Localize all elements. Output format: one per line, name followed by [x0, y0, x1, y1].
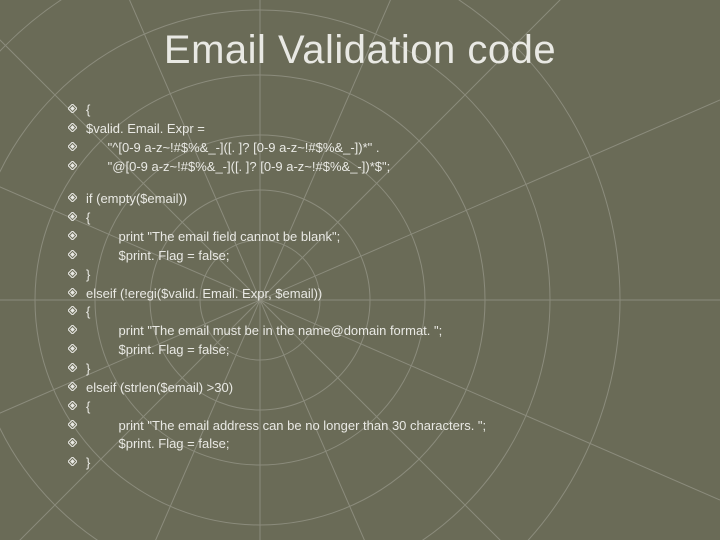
code-line: } — [68, 360, 680, 379]
diamond-bullet-icon — [68, 266, 86, 278]
code-line-text: $print. Flag = false; — [86, 341, 680, 360]
code-line-text: if (empty($email)) — [86, 190, 680, 209]
code-block-1: {$valid. Email. Expr = "^[0-9 a-z~!#$%&_… — [68, 101, 680, 176]
code-line: $print. Flag = false; — [68, 341, 680, 360]
slide-container: Email Validation code {$valid. Email. Ex… — [0, 0, 720, 540]
code-line-text: } — [86, 454, 680, 473]
code-line-text: elseif (!eregi($valid. Email. Expr, $ema… — [86, 285, 680, 304]
code-line: $print. Flag = false; — [68, 247, 680, 266]
diamond-bullet-icon — [68, 360, 86, 372]
diamond-bullet-icon — [68, 247, 86, 259]
diamond-bullet-icon — [68, 435, 86, 447]
code-line-text: print "The email must be in the name@dom… — [86, 322, 680, 341]
code-line-text: } — [86, 360, 680, 379]
code-line: print "The email must be in the name@dom… — [68, 322, 680, 341]
diamond-bullet-icon — [68, 454, 86, 466]
code-line: elseif (!eregi($valid. Email. Expr, $ema… — [68, 285, 680, 304]
code-line: { — [68, 398, 680, 417]
slide-title: Email Validation code — [40, 28, 680, 73]
code-line: $print. Flag = false; — [68, 435, 680, 454]
code-line-text: print "The email field cannot be blank"; — [86, 228, 680, 247]
code-block-2: if (empty($email)){ print "The email fie… — [68, 190, 680, 473]
code-line: print "The email address can be no longe… — [68, 417, 680, 436]
code-line: } — [68, 266, 680, 285]
code-line: print "The email field cannot be blank"; — [68, 228, 680, 247]
diamond-bullet-icon — [68, 417, 86, 429]
diamond-bullet-icon — [68, 158, 86, 170]
code-line: { — [68, 209, 680, 228]
code-line: elseif (strlen($email) >30) — [68, 379, 680, 398]
diamond-bullet-icon — [68, 341, 86, 353]
code-line: { — [68, 101, 680, 120]
diamond-bullet-icon — [68, 209, 86, 221]
slide-content: {$valid. Email. Expr = "^[0-9 a-z~!#$%&_… — [40, 101, 680, 473]
code-line-text: elseif (strlen($email) >30) — [86, 379, 680, 398]
diamond-bullet-icon — [68, 101, 86, 113]
code-line: } — [68, 454, 680, 473]
code-line-text: $print. Flag = false; — [86, 435, 680, 454]
diamond-bullet-icon — [68, 139, 86, 151]
code-line-text: { — [86, 303, 680, 322]
diamond-bullet-icon — [68, 228, 86, 240]
code-line: "@[0-9 a-z~!#$%&_-]([. ]? [0-9 a-z~!#$%&… — [68, 158, 680, 177]
code-line: if (empty($email)) — [68, 190, 680, 209]
code-line-text: "^[0-9 a-z~!#$%&_-]([. ]? [0-9 a-z~!#$%&… — [86, 139, 680, 158]
code-line-text: { — [86, 101, 680, 120]
diamond-bullet-icon — [68, 379, 86, 391]
code-line-text: print "The email address can be no longe… — [86, 417, 680, 436]
code-line-text: "@[0-9 a-z~!#$%&_-]([. ]? [0-9 a-z~!#$%&… — [86, 158, 680, 177]
diamond-bullet-icon — [68, 398, 86, 410]
diamond-bullet-icon — [68, 120, 86, 132]
diamond-bullet-icon — [68, 322, 86, 334]
code-line-text: { — [86, 398, 680, 417]
code-line: "^[0-9 a-z~!#$%&_-]([. ]? [0-9 a-z~!#$%&… — [68, 139, 680, 158]
code-line: { — [68, 303, 680, 322]
code-line: $valid. Email. Expr = — [68, 120, 680, 139]
diamond-bullet-icon — [68, 303, 86, 315]
diamond-bullet-icon — [68, 285, 86, 297]
code-line-text: $valid. Email. Expr = — [86, 120, 680, 139]
code-line-text: { — [86, 209, 680, 228]
code-line-text: } — [86, 266, 680, 285]
diamond-bullet-icon — [68, 190, 86, 202]
code-line-text: $print. Flag = false; — [86, 247, 680, 266]
